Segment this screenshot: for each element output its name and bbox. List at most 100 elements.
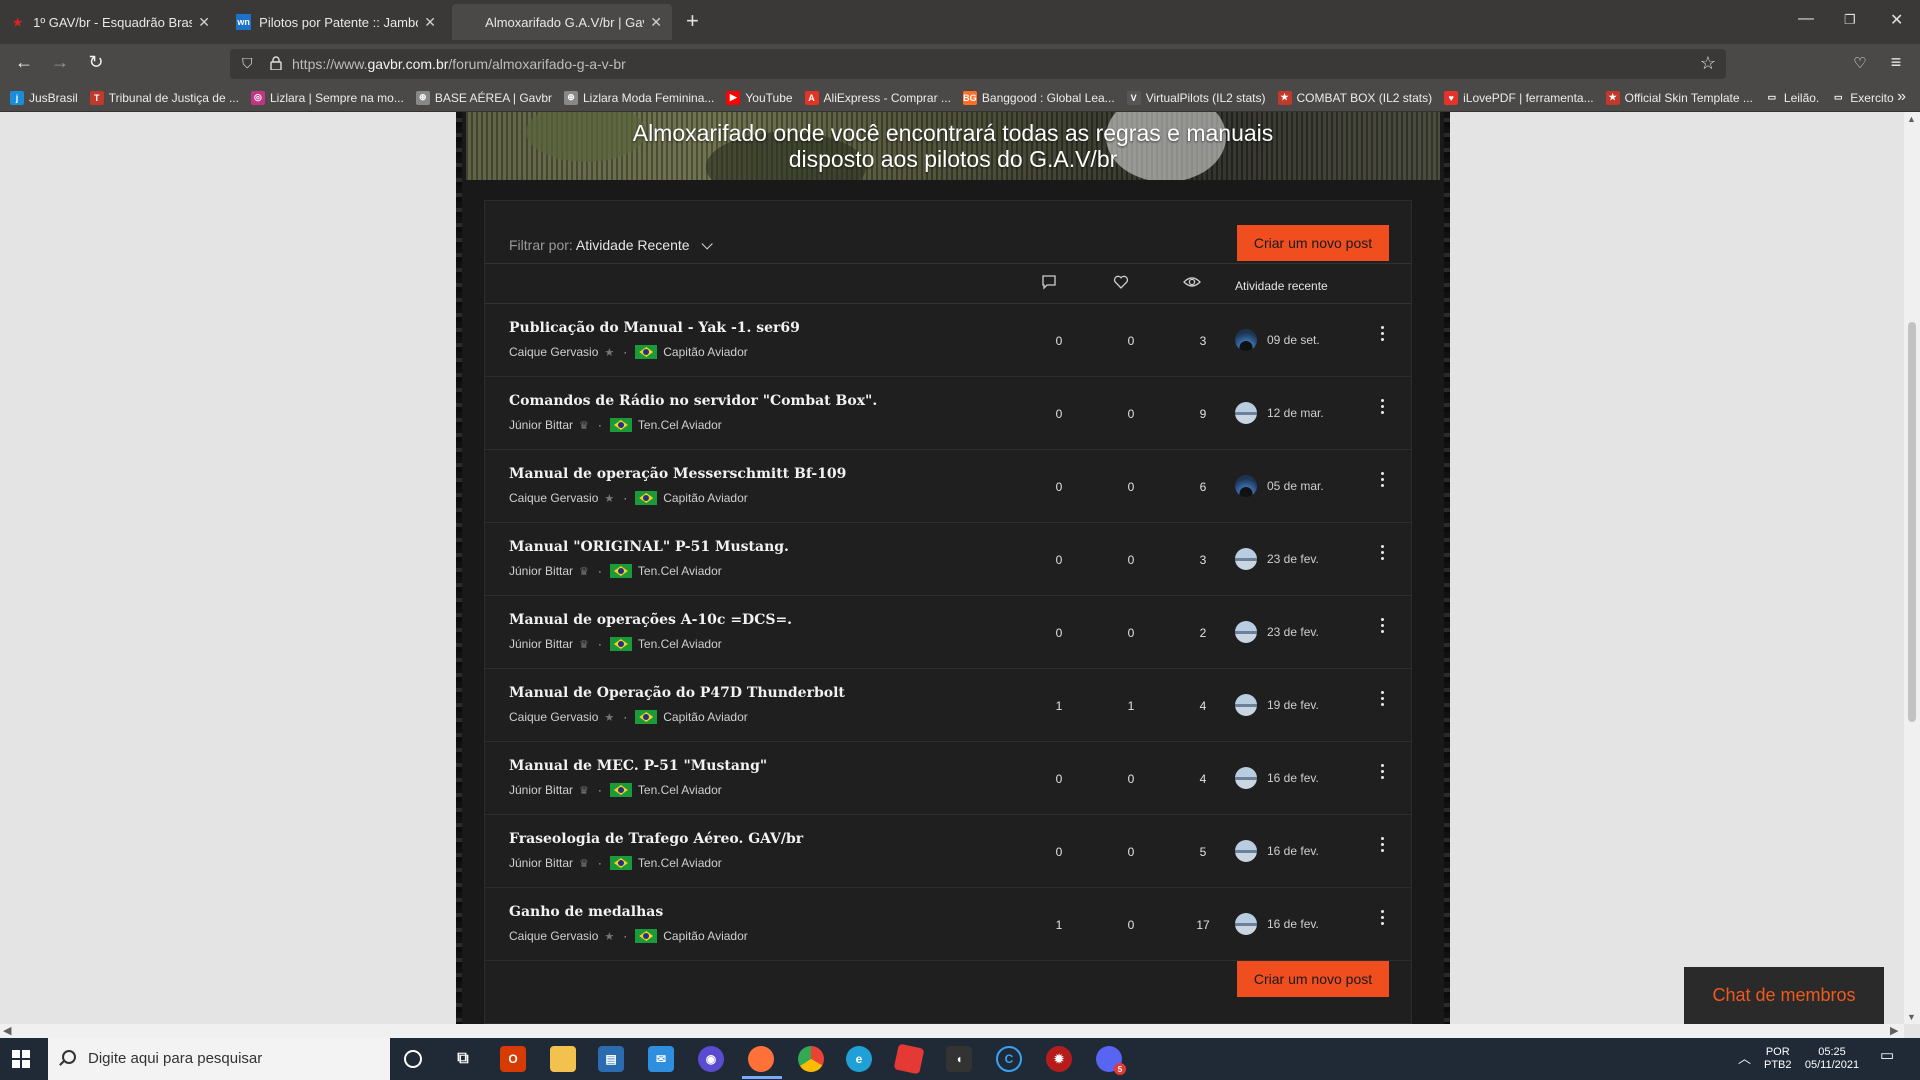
more-options-icon[interactable] — [1379, 618, 1385, 638]
post-title[interactable]: Fraseologia de Trafego Aéreo. GAV/br — [509, 831, 803, 847]
bookmark-item[interactable]: T Tribunal de Justiça de ... — [89, 90, 239, 105]
app-icon[interactable]: ◉ — [698, 1046, 724, 1072]
bookmark-item[interactable]: A AliExpress - Comprar ... — [804, 90, 951, 105]
vertical-scrollbar[interactable]: ▲ ▼ — [1904, 112, 1920, 1024]
bookmark-item[interactable]: ▶ YouTube — [726, 90, 793, 105]
office-icon[interactable]: O — [500, 1046, 526, 1072]
new-tab-icon[interactable]: + — [686, 10, 699, 32]
avatar[interactable] — [1235, 767, 1257, 789]
post-row[interactable]: Publicação do Manual - Yak -1. ser69 Caiq… — [485, 304, 1411, 377]
post-row[interactable]: Ganho de medalhas Caique Gervasio ★ · Capitã… — [485, 888, 1411, 961]
more-options-icon[interactable] — [1379, 472, 1385, 492]
discord-icon[interactable]: 5 — [1096, 1046, 1126, 1075]
more-options-icon[interactable] — [1379, 326, 1385, 346]
clock[interactable]: 05:25 05/11/2021 — [1800, 1046, 1864, 1072]
mail-icon[interactable]: ✉ — [648, 1046, 674, 1072]
store-icon[interactable]: ▤ — [598, 1046, 624, 1072]
game-icon[interactable]: ✹ — [1046, 1046, 1072, 1072]
bookmark-item[interactable]: ★ COMBAT BOX (IL2 stats) — [1277, 90, 1432, 105]
author-name[interactable]: Caique Gervasio — [509, 491, 598, 505]
restore-icon[interactable]: ❐ — [1844, 12, 1856, 28]
author-name[interactable]: Caique Gervasio — [509, 929, 598, 943]
avatar[interactable] — [1235, 402, 1257, 424]
author-name[interactable]: Caique Gervasio — [509, 345, 598, 359]
shield-icon[interactable]: ⛉ — [242, 55, 253, 72]
post-row[interactable]: Manual de operações A-10c =DCS=. Júnior B… — [485, 596, 1411, 669]
scroll-down-icon[interactable]: ▼ — [1907, 1012, 1916, 1022]
post-row[interactable]: Manual de MEC. P-51 "Mustang" Júnior Bitt… — [485, 742, 1411, 815]
task-view-icon[interactable]: ⧉ — [450, 1046, 476, 1072]
filter-value[interactable]: Atividade Recente — [576, 237, 690, 253]
ccleaner-icon[interactable]: C — [996, 1046, 1022, 1072]
avatar[interactable] — [1235, 840, 1257, 862]
post-row[interactable]: Comandos de Rádio no servidor "Combat Bo… — [485, 377, 1411, 450]
file-explorer-icon[interactable] — [550, 1046, 576, 1072]
create-post-button[interactable]: Criar um novo post — [1237, 225, 1389, 261]
author-name[interactable]: Júnior Bittar — [509, 418, 573, 432]
bookmark-item[interactable]: ▭ Exercito — [1831, 90, 1894, 105]
bookmark-star-icon[interactable]: ☆ — [1700, 53, 1716, 74]
taskbar-search[interactable]: Digite aqui para pesquisar — [48, 1038, 390, 1080]
create-post-button-bottom[interactable]: Criar um novo post — [1237, 961, 1389, 997]
more-options-icon[interactable] — [1379, 837, 1385, 857]
language-indicator[interactable]: POR PTB2 — [1764, 1046, 1792, 1072]
forward-arrow-icon[interactable]: → — [48, 52, 72, 73]
author-name[interactable]: Júnior Bittar — [509, 637, 573, 651]
more-options-icon[interactable] — [1379, 545, 1385, 565]
author-name[interactable]: Caique Gervasio — [509, 710, 598, 724]
bookmark-item[interactable]: ★ Official Skin Template ... — [1605, 90, 1753, 105]
more-options-icon[interactable] — [1379, 691, 1385, 711]
post-title[interactable]: Manual "ORIGINAL" P-51 Mustang. — [509, 539, 789, 555]
cortana-icon[interactable] — [404, 1050, 422, 1068]
reload-icon[interactable]: ↻ — [84, 52, 108, 73]
more-options-icon[interactable] — [1379, 910, 1385, 930]
post-row[interactable]: Manual de Operação do P47D Thunderbolt Ca… — [485, 669, 1411, 742]
more-options-icon[interactable] — [1379, 764, 1385, 784]
avatar[interactable] — [1235, 329, 1257, 351]
bookmarks-overflow-icon[interactable]: » — [1897, 88, 1906, 106]
scroll-left-icon[interactable]: ◀ — [3, 1024, 11, 1037]
horizontal-scrollbar[interactable]: ◀ ▶ — [0, 1024, 1904, 1038]
avatar[interactable] — [1235, 475, 1257, 497]
chat-button[interactable]: Chat de membros — [1684, 967, 1884, 1024]
chrome-icon[interactable] — [798, 1046, 824, 1072]
post-title[interactable]: Comandos de Rádio no servidor "Combat Bo… — [509, 393, 877, 409]
bookmark-item[interactable]: ♥ iLovePDF | ferramenta... — [1444, 90, 1594, 105]
bookmark-item[interactable]: ◎ Lizlara | Sempre na mo... — [250, 90, 404, 105]
notifications-icon[interactable]: ▭ — [1880, 1048, 1894, 1063]
bookmark-item[interactable]: ▭ Leilão. — [1764, 90, 1819, 105]
tab-gav-esquadrao[interactable]: ★ 1º GAV/br - Esquadrão Brasileiro ✕ — [0, 4, 220, 40]
post-title[interactable]: Manual de operação Messerschmitt Bf-109 — [509, 466, 846, 482]
bookmark-item[interactable]: V VirtualPilots (IL2 stats) — [1126, 90, 1266, 105]
scroll-up-icon[interactable]: ▲ — [1907, 114, 1916, 124]
post-title[interactable]: Manual de Operação do P47D Thunderbolt — [509, 685, 845, 701]
chevron-down-icon[interactable] — [701, 238, 714, 250]
post-title[interactable]: Ganho de medalhas — [509, 904, 663, 920]
url-text[interactable]: https://www.gavbr.com.br/forum/almoxarif… — [292, 56, 626, 72]
lock-icon[interactable] — [270, 56, 282, 70]
tab-almoxarifado[interactable]: Almoxarifado G.A.V/br | Gavbr ✕ — [452, 4, 672, 40]
post-title[interactable]: Publicação do Manual - Yak -1. ser69 — [509, 320, 800, 336]
post-title[interactable]: Manual de MEC. P-51 "Mustang" — [509, 758, 767, 774]
pocket-icon[interactable]: ♡ — [1848, 54, 1872, 72]
back-arrow-icon[interactable]: ← — [12, 52, 36, 73]
close-tab-icon[interactable]: ✕ — [198, 14, 210, 31]
author-name[interactable]: Júnior Bittar — [509, 564, 573, 578]
address-bar[interactable]: ⛉ https://www.gavbr.com.br/forum/almoxar… — [230, 49, 1726, 79]
firefox-icon[interactable] — [748, 1046, 774, 1072]
bookmark-item[interactable]: ⊕ BASE AÉREA | Gavbr — [415, 90, 552, 105]
tab-pilotos-patente[interactable]: wn Pilotos por Patente :: Jambockw ✕ — [226, 4, 446, 40]
post-row[interactable]: Fraseologia de Trafego Aéreo. GAV/br Júni… — [485, 815, 1411, 888]
headset-icon[interactable]: ◖ — [946, 1046, 972, 1072]
bookmark-item[interactable]: j JusBrasil — [10, 90, 78, 105]
close-tab-icon[interactable]: ✕ — [650, 14, 662, 31]
minimize-icon[interactable]: — — [1798, 10, 1814, 28]
author-name[interactable]: Júnior Bittar — [509, 783, 573, 797]
author-name[interactable]: Júnior Bittar — [509, 856, 573, 870]
post-title[interactable]: Manual de operações A-10c =DCS=. — [509, 612, 792, 628]
avatar[interactable] — [1235, 548, 1257, 570]
close-window-icon[interactable]: ✕ — [1890, 10, 1903, 30]
avatar[interactable] — [1235, 913, 1257, 935]
chevron-up-icon[interactable]: ︿ — [1738, 1052, 1751, 1065]
filter-dropdown[interactable]: Filtrar por: Atividade Recente — [509, 237, 714, 253]
